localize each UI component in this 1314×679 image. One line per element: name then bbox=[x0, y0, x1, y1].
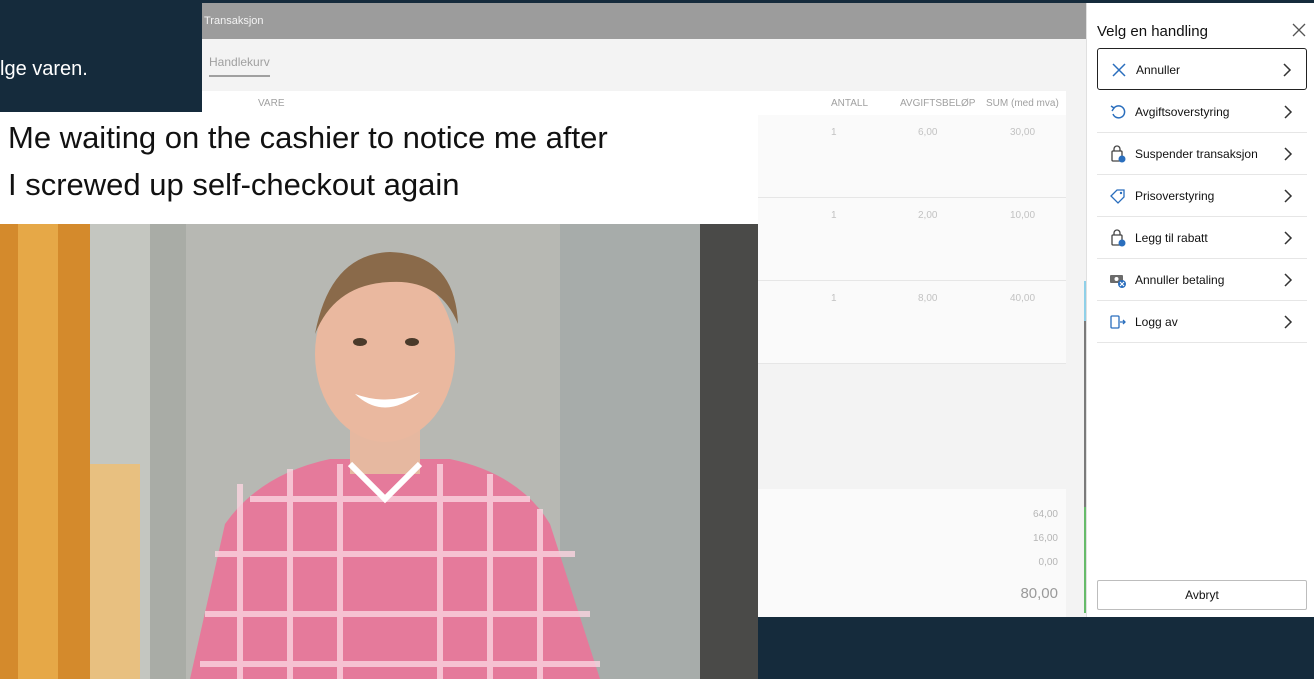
action-side-panel: Velg en handling Annuller Avgiftsoversty… bbox=[1086, 3, 1314, 617]
row-sum: 10,00 bbox=[1010, 210, 1036, 221]
discount-value: 0,00 bbox=[1038, 557, 1058, 568]
menu-item-label: Annuller betaling bbox=[1135, 273, 1225, 287]
price-tag-icon bbox=[1109, 187, 1127, 205]
menu-item-label: Suspender transaksjon bbox=[1135, 147, 1258, 161]
chevron-right-icon bbox=[1281, 314, 1295, 330]
meme-caption-line-1: Me waiting on the cashier to notice me a… bbox=[8, 120, 608, 155]
chevron-right-icon bbox=[1281, 104, 1295, 120]
menu-item-tax-override[interactable]: Avgiftsoverstyring bbox=[1097, 91, 1307, 133]
meme-caption-line-2: I screwed up self-checkout again bbox=[8, 167, 460, 202]
chevron-right-icon bbox=[1281, 188, 1295, 204]
chevron-right-icon bbox=[1281, 146, 1295, 162]
window-title: Transaksjon bbox=[204, 15, 264, 27]
meme-overlay: Me waiting on the cashier to notice me a… bbox=[0, 112, 758, 679]
chevron-right-icon bbox=[1280, 62, 1294, 78]
menu-item-suspend-transaction[interactable]: Suspender transaksjon bbox=[1097, 133, 1307, 175]
menu-item-label: Logg av bbox=[1135, 315, 1178, 329]
menu-item-void-payment[interactable]: Annuller betaling bbox=[1097, 259, 1307, 301]
column-header-tax: AVGIFTSBELØP bbox=[900, 98, 976, 109]
grand-total-value: 80,00 bbox=[1020, 585, 1058, 602]
menu-item-add-discount[interactable]: Legg til rabatt bbox=[1097, 217, 1307, 259]
smiling-man-photo bbox=[0, 224, 758, 679]
column-header-qty: ANTALL bbox=[831, 98, 869, 109]
row-sum: 40,00 bbox=[1010, 293, 1036, 304]
menu-item-sign-out[interactable]: Logg av bbox=[1097, 301, 1307, 343]
meme-photo bbox=[0, 224, 758, 679]
bag-icon bbox=[1109, 145, 1127, 163]
background-instruction-text: lge varen. bbox=[0, 58, 88, 80]
row-tax: 6,00 bbox=[918, 127, 938, 138]
totals-panel: 64,00 16,00 0,00 80,00 bbox=[752, 489, 1066, 617]
column-header-sum: SUM (med mva) bbox=[986, 98, 1059, 109]
chevron-right-icon bbox=[1281, 230, 1295, 246]
menu-item-label: Prisoverstyring bbox=[1135, 189, 1215, 203]
tax-total-value: 16,00 bbox=[1032, 533, 1058, 544]
panel-title: Velg en handling bbox=[1097, 23, 1208, 40]
menu-item-void[interactable]: Annuller bbox=[1097, 48, 1307, 90]
row-qty: 1 bbox=[831, 293, 837, 304]
row-qty: 1 bbox=[831, 127, 837, 138]
window-titlebar: Transaksjon bbox=[202, 3, 1086, 39]
row-tax: 8,00 bbox=[918, 293, 938, 304]
cancel-button[interactable]: Avbryt bbox=[1097, 580, 1307, 610]
menu-item-label: Annuller bbox=[1136, 63, 1181, 77]
menu-item-label: Avgiftsoverstyring bbox=[1135, 105, 1230, 119]
bag-icon bbox=[1109, 229, 1127, 247]
row-sum: 30,00 bbox=[1010, 127, 1036, 138]
menu-item-price-override[interactable]: Prisoverstyring bbox=[1097, 175, 1307, 217]
chevron-right-icon bbox=[1281, 272, 1295, 288]
column-header-item: VARE bbox=[258, 98, 285, 109]
row-qty: 1 bbox=[831, 210, 837, 221]
cash-cancel-icon bbox=[1109, 271, 1127, 289]
close-icon bbox=[1110, 61, 1128, 79]
undo-icon bbox=[1109, 103, 1127, 121]
subtotal-value: 64,00 bbox=[1032, 509, 1058, 520]
row-tax: 2,00 bbox=[918, 210, 938, 221]
tab-cart[interactable]: Handlekurv bbox=[209, 55, 270, 77]
close-icon[interactable] bbox=[1287, 18, 1311, 42]
menu-item-label: Legg til rabatt bbox=[1135, 231, 1208, 245]
sign-out-icon bbox=[1109, 313, 1127, 331]
